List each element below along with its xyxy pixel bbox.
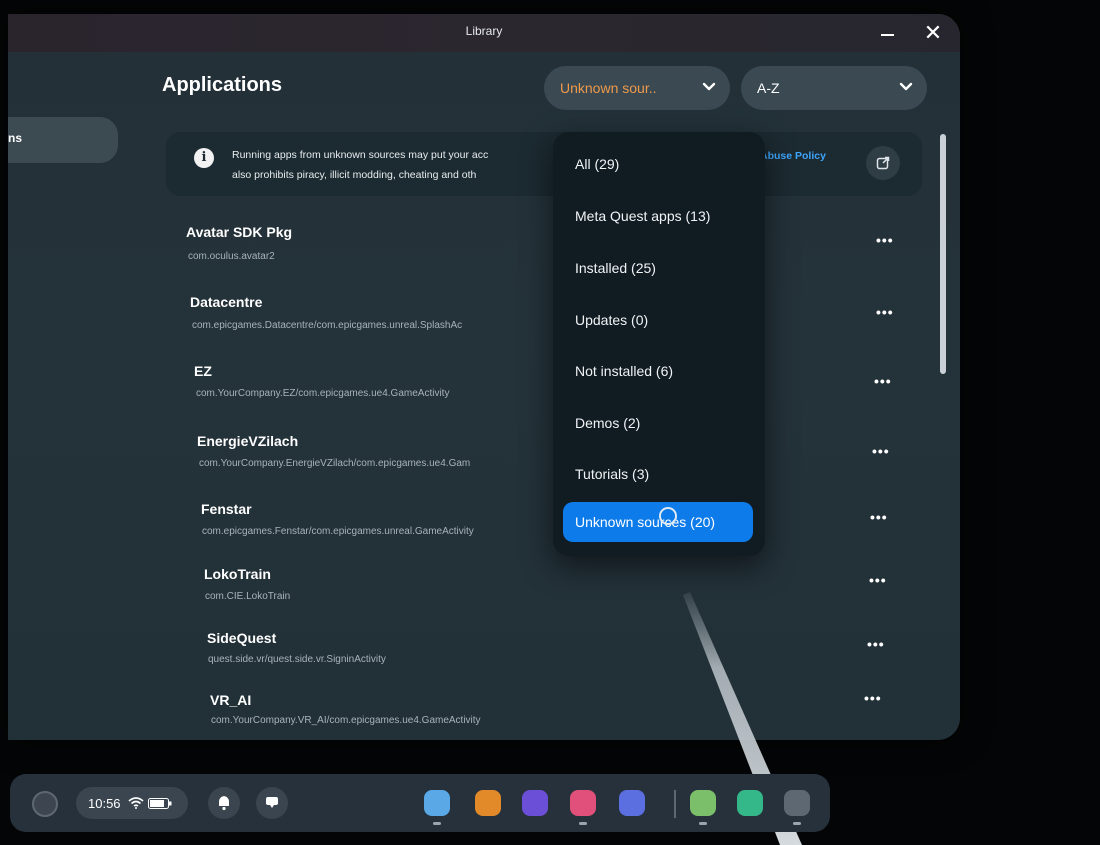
app-row[interactable]: SideQuest quest.side.vr/quest.side.vr.Si… [8, 628, 960, 688]
taskbar: 10:56 [10, 774, 830, 832]
abuse-policy-link[interactable]: Abuse Policy [760, 150, 826, 162]
menu-item-unknown-sources[interactable]: Unknown sources (20) [563, 502, 753, 542]
menu-item-meta-quest-apps[interactable]: Meta Quest apps (13) [563, 196, 753, 236]
close-button[interactable]: ✕ [920, 20, 946, 46]
menu-item-label: All (29) [575, 156, 620, 172]
source-filter-menu: All (29) Meta Quest apps (13) Installed … [553, 132, 765, 556]
external-link-button[interactable] [866, 146, 900, 180]
app-name: SideQuest [207, 630, 277, 646]
notice-text-line2: also prohibits piracy, illicit modding, … [232, 169, 477, 181]
menu-item-updates[interactable]: Updates (0) [563, 300, 753, 340]
app-row[interactable]: EZ com.YourCompany.EZ/com.epicgames.ue4.… [8, 361, 960, 421]
app-name: Datacentre [190, 294, 263, 310]
notice-text-line1: Running apps from unknown sources may pu… [232, 149, 489, 161]
menu-item-tutorials[interactable]: Tutorials (3) [563, 454, 753, 494]
app-row[interactable]: Datacentre com.epicgames.Datacentre/com.… [8, 292, 960, 352]
more-options-button[interactable]: ••• [870, 509, 888, 525]
app-name: EZ [194, 363, 212, 379]
library-window: Library ✕ ns Applications Unknown sour..… [8, 14, 960, 740]
app-package: com.epicgames.Fenstar/com.epicgames.unre… [202, 526, 474, 537]
source-filter-dropdown[interactable]: Unknown sour.. [544, 66, 730, 110]
store-icon[interactable] [424, 790, 450, 816]
browser-icon[interactable] [619, 790, 645, 816]
menu-item-label: Unknown sources (20) [575, 514, 716, 530]
chevron-down-icon [899, 82, 913, 91]
menu-item-label: Demos (2) [575, 415, 641, 431]
app-name: Avatar SDK Pkg [186, 224, 293, 240]
app-package: com.YourCompany.EZ/com.epicgames.ue4.Gam… [196, 388, 450, 399]
app-row[interactable]: LokoTrain com.CIE.LokoTrain ••• [8, 564, 960, 624]
app-row[interactable]: Avatar SDK Pkg com.oculus.avatar2 ••• [8, 220, 960, 280]
unknown-sources-notice: i Running apps from unknown sources may … [166, 132, 922, 196]
app-package: com.YourCompany.EnergieVZilach/com.epicg… [199, 458, 471, 469]
app-package: com.YourCompany.VR_AI/com.epicgames.ue4.… [211, 715, 481, 726]
info-icon: i [194, 148, 214, 168]
app-name: EnergieVZilach [197, 433, 299, 449]
menu-item-not-installed[interactable]: Not installed (6) [563, 351, 753, 391]
scrollbar[interactable] [940, 134, 946, 374]
people-icon[interactable] [522, 790, 548, 816]
more-options-button[interactable]: ••• [869, 572, 887, 588]
running-indicator [793, 822, 801, 825]
sidebar-item-label: ns [8, 131, 23, 145]
sort-dropdown[interactable]: A-Z [741, 66, 927, 110]
running-indicator [699, 822, 707, 825]
app-name: LokoTrain [204, 566, 271, 582]
app-row[interactable]: Fenstar com.epicgames.Fenstar/com.epicga… [8, 499, 960, 559]
notifications-button[interactable] [208, 787, 240, 819]
more-options-button[interactable]: ••• [876, 304, 894, 320]
external-link-icon [876, 156, 890, 170]
clock-time: 10:56 [88, 796, 121, 811]
running-indicator [579, 822, 587, 825]
menu-item-installed[interactable]: Installed (25) [563, 248, 753, 288]
window-icon[interactable] [690, 790, 716, 816]
grid-icon[interactable] [784, 790, 810, 816]
chevron-down-icon [702, 82, 716, 91]
wifi-icon [128, 797, 144, 809]
app-name: Fenstar [201, 501, 252, 517]
app-name: VR_AI [210, 692, 252, 708]
clock-status-button[interactable]: 10:56 [76, 787, 188, 819]
settings-icon[interactable] [737, 790, 763, 816]
more-options-button[interactable]: ••• [872, 443, 890, 459]
menu-item-label: Installed (25) [575, 260, 656, 276]
more-options-button[interactable]: ••• [874, 373, 892, 389]
menu-item-label: Updates (0) [575, 312, 649, 328]
app-package: com.epicgames.Datacentre/com.epicgames.u… [192, 320, 463, 331]
messages-button[interactable] [256, 787, 288, 819]
chat-icon [266, 797, 278, 808]
sidebar-item-applications[interactable]: ns [8, 117, 118, 163]
menu-item-label: Tutorials (3) [575, 466, 650, 482]
taskbar-divider [674, 790, 676, 818]
more-options-button[interactable]: ••• [864, 690, 882, 706]
pointer-cursor [659, 507, 677, 525]
minimize-icon [880, 34, 894, 36]
menu-item-demos[interactable]: Demos (2) [563, 403, 753, 443]
avatar[interactable] [32, 791, 58, 817]
sort-value: A-Z [757, 80, 780, 96]
window-title: Library [465, 24, 503, 38]
app-package: com.CIE.LokoTrain [205, 591, 291, 602]
app-row[interactable]: VR_AI com.YourCompany.VR_AI/com.epicgame… [8, 690, 960, 740]
page-title: Applications [162, 74, 283, 96]
bell-icon [219, 796, 229, 811]
menu-item-label: Meta Quest apps (13) [575, 208, 711, 224]
menu-item-label: Not installed (6) [575, 363, 674, 379]
bag-icon[interactable] [475, 790, 501, 816]
app-package: quest.side.vr/quest.side.vr.SigninActivi… [208, 654, 386, 665]
app-row[interactable]: EnergieVZilach com.YourCompany.EnergieVZ… [8, 431, 960, 491]
title-bar: Library ✕ [8, 14, 960, 52]
menu-item-all[interactable]: All (29) [563, 144, 753, 184]
source-filter-value: Unknown sour.. [560, 80, 657, 96]
app-package: com.oculus.avatar2 [188, 251, 275, 262]
battery-icon [148, 798, 172, 809]
minimize-button[interactable] [874, 20, 900, 46]
camera-icon[interactable] [570, 790, 596, 816]
more-options-button[interactable]: ••• [867, 636, 885, 652]
more-options-button[interactable]: ••• [876, 232, 894, 248]
running-indicator [433, 822, 441, 825]
